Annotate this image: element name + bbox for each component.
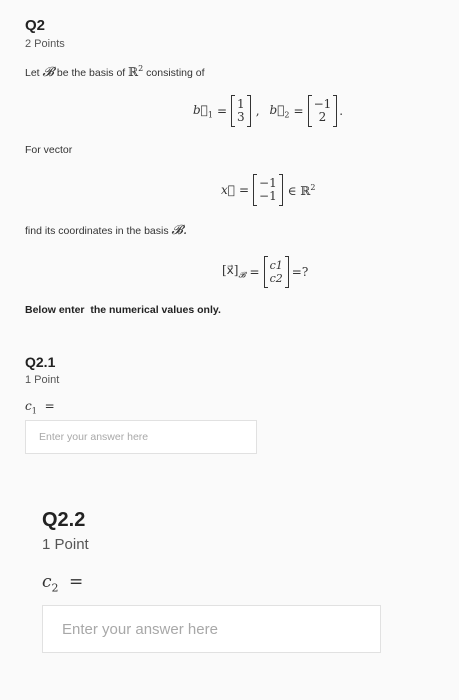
intro-suffix: consisting of [146, 67, 205, 79]
coord-vector: c1 c2 [263, 256, 289, 288]
b2-label: b⃗2 [269, 102, 290, 120]
numerical-note: Below enter the numerical values only. [25, 304, 221, 316]
x-vector: −1 −1 [253, 174, 283, 206]
basis-symbol: 𝓑 [42, 65, 54, 80]
find-text: find its coordinates in the basis 𝓑. [25, 223, 187, 238]
in-space: ∈ ℝ2 [287, 182, 316, 198]
subquestion-points: 1 Point [25, 374, 60, 386]
intro-text: Let 𝓑 be the basis of ℝ2 consisting of [25, 64, 205, 80]
subquestion-points: 1 Point [42, 536, 89, 553]
find-basis-symbol: 𝓑. [171, 223, 188, 238]
b1-vector: 13 [231, 95, 251, 127]
c1-label: c1 = [25, 399, 55, 416]
c1-answer-field[interactable] [25, 420, 257, 454]
x-vector-equation: x⃗ = −1 −1 ∈ ℝ2 [221, 174, 316, 206]
basis-vectors: b⃗1 = 13 , b⃗2 = −1 2 . [193, 95, 343, 127]
coordinate-equation: [x⃗]𝓑 = c1 c2 =? [222, 256, 308, 288]
b2-vector: −1 2 [307, 95, 338, 127]
coord-rhs: =? [291, 265, 309, 279]
c1-answer-input[interactable] [37, 430, 256, 444]
c2-answer-input[interactable] [60, 619, 380, 639]
find-text-label: find its coordinates in the basis [25, 225, 169, 237]
question-points: 2 Points [25, 38, 65, 50]
c2-answer-field[interactable] [42, 605, 381, 653]
for-vector-text: For vector [25, 144, 73, 156]
intro-prefix: Let [25, 67, 40, 79]
c2-label: c2 = [42, 572, 84, 595]
x-label: x⃗ [221, 183, 235, 197]
subquestion-title: Q2.2 [42, 509, 86, 531]
coord-lhs: [x⃗]𝓑 [222, 263, 246, 280]
space-symbol: ℝ2 [128, 64, 144, 79]
intro-mid: be the basis of [56, 67, 126, 79]
subquestion-title: Q2.1 [25, 354, 56, 370]
question-title: Q2 [25, 17, 46, 34]
b1-label: b⃗1 [193, 102, 213, 120]
